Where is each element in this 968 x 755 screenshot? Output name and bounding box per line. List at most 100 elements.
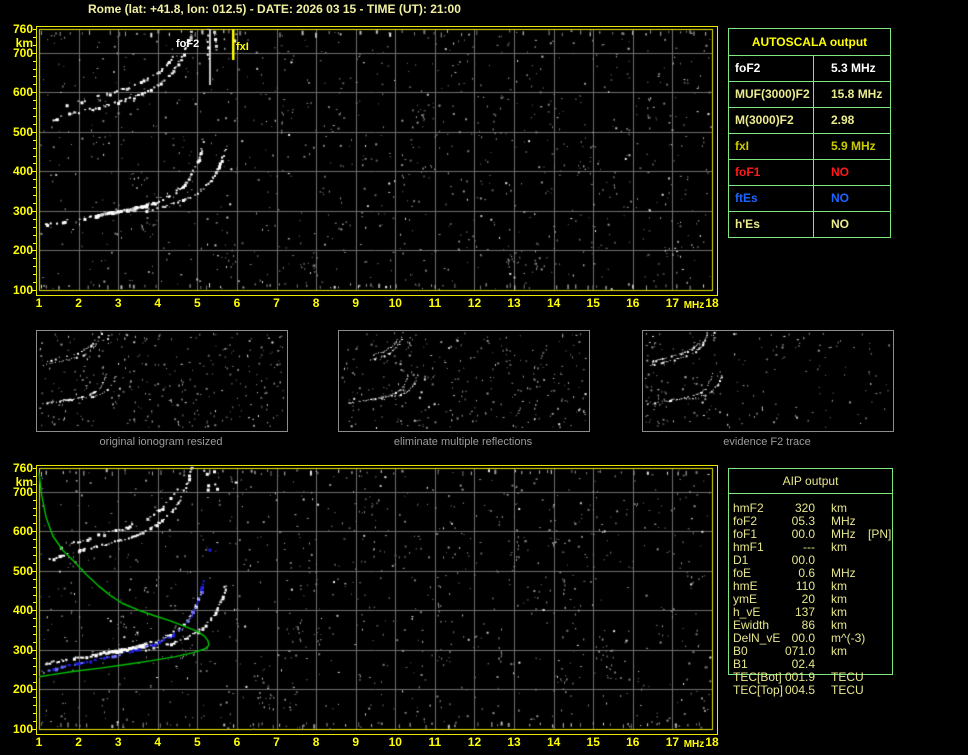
panel-original-ionogram — [36, 330, 288, 432]
y-axis-tick — [33, 155, 36, 157]
y-axis-tick — [33, 179, 36, 181]
autoscala-row: h'Es NO — [729, 211, 890, 237]
y-axis-tick — [33, 475, 36, 477]
aip-aextra — [862, 632, 902, 645]
aip-row: hmF1 --- km — [733, 541, 933, 554]
y-axis-tick — [33, 44, 36, 46]
y-axis-tick — [33, 697, 36, 699]
autoscala-row-value: 2.98 — [813, 108, 890, 133]
y-axis-tick — [33, 195, 36, 197]
x-tick-label: 11 — [428, 735, 442, 749]
aip-aextra — [862, 645, 902, 658]
y-axis-tick — [33, 523, 36, 525]
aip-aextra — [862, 502, 902, 515]
y-axis-tick — [31, 728, 36, 730]
panel-caption-evidence: evidence F2 trace — [723, 436, 811, 448]
autoscala-row-label: M(3000)F2 — [735, 113, 794, 127]
x-tick-label: 1 — [35, 296, 43, 310]
autoscala-row-value: 5.3 MHz — [813, 56, 890, 81]
y-axis-tick — [31, 131, 36, 133]
autoscala-output-table: AUTOSCALA output foF2 5.3 MHz MUF(3000)F2 1… — [728, 28, 891, 238]
aip-aval: 004.5 — [784, 683, 815, 697]
y-axis-tick — [33, 618, 36, 620]
x-tick-label: 8 — [312, 296, 320, 310]
autoscala-row: foF2 5.3 MHz — [729, 55, 890, 81]
x-tick-label: 11 — [428, 296, 442, 310]
x-axis-unit: MHz — [683, 739, 705, 750]
panel-evidence-canvas — [643, 331, 891, 429]
aip-aextra — [862, 658, 902, 671]
y-axis-tick — [33, 163, 36, 165]
x-tick-label: 10 — [388, 735, 402, 749]
y-axis-tick — [33, 100, 36, 102]
x-tick-label: 1 — [35, 735, 43, 749]
y-axis-tick — [33, 507, 36, 509]
y-tick-label: 600 — [12, 524, 33, 539]
fof2-marker-label: foF2 — [176, 38, 200, 50]
y-axis-tick — [33, 234, 36, 236]
x-tick-label: 7 — [273, 735, 280, 749]
aip-aextra — [862, 567, 902, 580]
x-tick-label: 14 — [546, 296, 561, 310]
x-tick-label: 10 — [388, 296, 402, 310]
y-axis-tick — [33, 602, 36, 604]
y-tick-label: 500 — [12, 563, 33, 578]
y-axis-tick — [33, 641, 36, 643]
x-tick-label: 4 — [154, 296, 162, 310]
autoscala-row-value: 15.8 MHz — [813, 82, 890, 107]
ionogram-main-canvas — [37, 27, 715, 293]
page-title: Rome (lat: +41.8, lon: 012.5) - DATE: 20… — [88, 2, 461, 16]
x-axis-unit: MHz — [683, 300, 705, 311]
x-tick-label: 12 — [467, 296, 482, 310]
aip-aextra — [862, 554, 902, 567]
y-axis-tick — [31, 689, 36, 691]
y-tick-label: 200 — [12, 682, 33, 697]
y-axis-tick — [31, 570, 36, 572]
fxi-marker-label: fxI — [236, 41, 249, 53]
y-axis-tick — [33, 468, 36, 469]
x-tick-label: 6 — [233, 735, 241, 749]
y-axis-tick — [33, 68, 36, 70]
y-axis-tick — [33, 594, 36, 596]
panel-original-canvas — [37, 331, 285, 429]
autoscala-row-value: NO — [813, 160, 890, 185]
autoscala-row-label: h'Es — [735, 217, 760, 231]
x-tick-label: 7 — [273, 296, 280, 310]
y-axis-tick — [33, 76, 36, 78]
autoscala-row: foF1 NO — [729, 159, 890, 185]
autoscala-row-value: NO — [813, 212, 890, 237]
y-axis-tick — [31, 649, 36, 651]
panel-eliminate-reflections — [338, 330, 590, 432]
y-axis-tick — [33, 554, 36, 556]
x-tick-label: 12 — [467, 735, 482, 749]
aip-aunit: km — [831, 644, 847, 658]
y-tick-label: 400 — [12, 603, 33, 618]
autoscala-row-label: foF1 — [735, 165, 761, 179]
y-tick-label: 100 — [12, 721, 33, 736]
y-axis-tick — [33, 515, 36, 517]
autoscala-row-label: foF2 — [735, 61, 761, 75]
y-axis-tick — [33, 547, 36, 549]
autoscala-row: MUF(3000)F2 15.8 MHz — [729, 81, 890, 107]
ionogram-main-plot — [36, 26, 718, 296]
aip-aextra — [862, 541, 902, 554]
aip-aextra — [862, 593, 902, 606]
y-axis-tick — [33, 713, 36, 715]
x-tick-label: 15 — [586, 296, 600, 310]
y-axis-tick — [33, 499, 36, 501]
x-tick-label: 15 — [586, 735, 600, 749]
autoscala-row-value: 5.9 MHz — [813, 134, 890, 159]
aip-aname: TEC[Top] — [733, 683, 784, 697]
x-tick-label: 9 — [352, 735, 360, 749]
y-axis-tick — [33, 626, 36, 628]
autoscala-row: fxI 5.9 MHz — [729, 133, 890, 159]
y-axis-tick — [31, 52, 36, 54]
y-axis-tick — [33, 657, 36, 659]
x-tick-label: 5 — [194, 735, 201, 749]
y-axis-tick — [33, 705, 36, 707]
aip-row: TEC[Top] 004.5 TECU — [733, 684, 933, 697]
x-tick-label: 13 — [507, 735, 521, 749]
x-tick-label: 5 — [194, 296, 201, 310]
y-axis-tick — [33, 187, 36, 189]
ionogram-profile-canvas — [37, 466, 715, 732]
